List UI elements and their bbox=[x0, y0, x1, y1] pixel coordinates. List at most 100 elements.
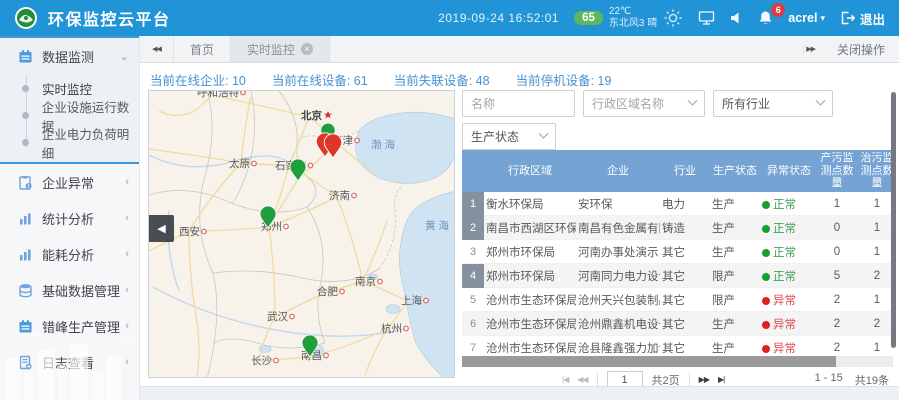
chevron-down-icon: ⌄ bbox=[120, 50, 129, 63]
tab-首页[interactable]: 首页 bbox=[174, 36, 231, 62]
top-header: 环保监控云平台 2019-09-24 16:52:01 65 22℃ 东北风3 … bbox=[0, 0, 899, 36]
clipboard-alert-icon bbox=[17, 174, 33, 190]
city-dot-icon bbox=[355, 138, 360, 143]
weather-widget: 65 22℃ 东北风3 晴 bbox=[574, 6, 683, 30]
city-dot-icon bbox=[252, 161, 257, 166]
notification-count-badge: 6 bbox=[771, 3, 785, 17]
footer-strip bbox=[140, 386, 899, 400]
chevron-left-icon: ‹ bbox=[125, 176, 129, 188]
table-row[interactable]: 5 沧州市生态环保局 沧州天兴包装制品 其它 限产 异常 2 1 3 bbox=[462, 288, 893, 312]
close-operations-menu[interactable]: 关闭操作 bbox=[837, 41, 885, 58]
chevron-left-icon: ‹ bbox=[125, 212, 129, 224]
horizontal-scrollbar-thumb[interactable] bbox=[462, 356, 836, 367]
status-dot-icon bbox=[762, 201, 770, 209]
last-page-icon[interactable]: ▶| bbox=[718, 375, 724, 384]
chevron-down-icon bbox=[688, 96, 698, 106]
speaker-icon[interactable] bbox=[730, 11, 743, 25]
app-window: 环保监控云平台 2019-09-24 16:52:01 65 22℃ 东北风3 … bbox=[0, 0, 899, 400]
first-page-icon[interactable]: |◀ bbox=[562, 375, 568, 384]
weather-condition: 晴 bbox=[647, 18, 657, 29]
chevron-left-icon: ‹ bbox=[125, 248, 129, 260]
industry-select[interactable]: 所有行业 bbox=[713, 90, 833, 117]
datetime: 2019-09-24 16:52:01 bbox=[438, 11, 559, 25]
table-row[interactable]: 6 沧州市生态环保局 沧州鼎鑫机电设备 其它 生产 异常 2 2 4 bbox=[462, 312, 893, 336]
city-label: 上海 bbox=[401, 294, 422, 307]
sidebar-item-log-view[interactable]: 日志查看 ‹ bbox=[0, 344, 139, 380]
chevron-down-icon bbox=[816, 96, 826, 106]
sea-label: 渤海 bbox=[371, 138, 398, 151]
tab-close-icon[interactable]: × bbox=[301, 43, 313, 55]
chevron-left-icon: ‹ bbox=[125, 356, 129, 368]
sidebar: 数据监测 ⌄ 实时监控 企业设施运行数据 企业电力负荷明细 企业异常 ‹ 统计分… bbox=[0, 36, 140, 400]
log-icon bbox=[17, 354, 33, 370]
table-row[interactable]: 1 衡水环保局 安环保 电力 生产 正常 1 1 0 bbox=[462, 192, 893, 216]
city-label: 太原 bbox=[229, 157, 250, 170]
city-dot-icon bbox=[202, 229, 207, 234]
vertical-scrollbar-thumb[interactable] bbox=[891, 92, 896, 348]
city-label: 武汉 bbox=[267, 310, 288, 323]
sidebar-subitem[interactable]: 企业电力负荷明细 bbox=[0, 129, 139, 156]
column-header: 治污监测点数量 bbox=[856, 152, 893, 190]
table-row[interactable]: 7 沧州市生态环保局 沧县隆鑫强力加气 其它 生产 异常 2 1 0 bbox=[462, 336, 893, 356]
sidebar-item-data-monitor[interactable]: 数据监测 ⌄ bbox=[0, 38, 139, 75]
chevron-left-icon: ‹ bbox=[125, 284, 129, 296]
temperature: 22℃ bbox=[609, 6, 657, 18]
sidebar-item-enterprise-abnormal[interactable]: 企业异常 ‹ bbox=[0, 164, 139, 200]
tab-bar: ◀◀ 首页实时监控× ▶▶ 关闭操作 bbox=[140, 36, 899, 63]
sidebar-item-staggered-production[interactable]: 错峰生产管理 ‹ bbox=[0, 308, 139, 344]
stat-item: 当前失联设备: 48 bbox=[394, 70, 490, 89]
tab-实时监控[interactable]: 实时监控× bbox=[231, 36, 330, 62]
table-header-row: 行政区域企业行业生产状态异常状态产污监测点数量治污监测点数量监测点运行 bbox=[462, 150, 893, 192]
tabs-scroll-left-icon[interactable]: ◀◀ bbox=[140, 36, 174, 62]
name-search-input[interactable] bbox=[462, 90, 575, 117]
stat-item: 当前停机设备: 19 bbox=[516, 70, 612, 89]
notification-bell-icon[interactable]: 6 bbox=[758, 10, 773, 26]
column-header: 生产状态 bbox=[710, 165, 760, 178]
enterprise-table: 行政区域企业行业生产状态异常状态产污监测点数量治污监测点数量监测点运行 1 衡水… bbox=[462, 150, 893, 356]
city-label: 长沙 bbox=[251, 355, 272, 367]
status-dot-icon bbox=[762, 345, 770, 353]
main-content: 当前在线企业: 10 当前在线设备: 61 当前失联设备: 48 当前停机设备: 19 bbox=[140, 63, 899, 386]
city-dot-icon bbox=[352, 193, 357, 198]
map-panel[interactable]: 呼和浩特北京天津渤海太原石家庄济南西安郑州黄海合肥南京上海武汉杭州长沙南昌 ◀ bbox=[148, 90, 455, 378]
column-header: 企业 bbox=[576, 165, 660, 178]
city-dot-icon bbox=[404, 326, 409, 331]
app-logo-icon bbox=[14, 6, 38, 30]
user-menu[interactable]: acrel ▾ bbox=[788, 11, 825, 25]
horizontal-scrollbar[interactable] bbox=[462, 356, 893, 367]
table-row[interactable]: 4 郑州市环保局 河南同力电力设计 其它 限产 正常 5 2 5 bbox=[462, 264, 893, 288]
logout-button[interactable]: 退出 bbox=[840, 9, 885, 28]
tabs-scroll-right-icon[interactable]: ▶▶ bbox=[803, 45, 817, 53]
stat-item: 当前在线设备: 61 bbox=[272, 70, 368, 89]
status-badge: 正常 bbox=[760, 244, 818, 260]
page-title: 环保监控云平台 bbox=[48, 6, 171, 30]
table-row[interactable]: 3 郑州市环保局 河南办事处演示 其它 生产 正常 0 1 0 bbox=[462, 240, 893, 264]
status-dot-icon bbox=[762, 321, 770, 329]
sidebar-item-base-data[interactable]: 基础数据管理 ‹ bbox=[0, 272, 139, 308]
status-badge: 正常 bbox=[760, 220, 818, 236]
sun-icon bbox=[663, 8, 683, 28]
city-label: 合肥 bbox=[317, 285, 338, 298]
sidebar-item-energy[interactable]: 能耗分析 ‹ bbox=[0, 236, 139, 272]
city-dot-icon bbox=[424, 298, 429, 303]
collapse-left-icon: ◀ bbox=[157, 222, 165, 235]
city-dot-icon bbox=[241, 91, 246, 95]
chevron-down-icon: ▾ bbox=[820, 13, 825, 24]
monitor-icon[interactable] bbox=[698, 10, 715, 26]
wind: 东北风3 bbox=[609, 18, 645, 29]
sidebar-item-statistics[interactable]: 统计分析 ‹ bbox=[0, 200, 139, 236]
table-row[interactable]: 2 南昌市西湖区环保局 南昌有色金属有限 铸造 生产 正常 0 1 0 bbox=[462, 216, 893, 240]
production-status-select[interactable]: 生产状态 bbox=[462, 123, 556, 150]
status-badge: 正常 bbox=[760, 268, 818, 284]
next-page-icon[interactable]: ▶▶ bbox=[699, 375, 709, 384]
status-dot-icon bbox=[762, 297, 770, 305]
column-header: 产污监测点数量 bbox=[818, 152, 856, 190]
city-dot-icon bbox=[340, 289, 345, 294]
chevron-left-icon: ‹ bbox=[125, 320, 129, 332]
city-dot-icon bbox=[378, 279, 383, 284]
prev-page-icon[interactable]: ◀◀ bbox=[577, 375, 587, 384]
stat-item: 当前在线企业: 10 bbox=[150, 70, 246, 89]
column-header: 行业 bbox=[660, 165, 710, 178]
region-select[interactable]: 行政区域名称 bbox=[583, 90, 705, 117]
map-panel-collapse-button[interactable]: ◀ bbox=[149, 215, 174, 242]
